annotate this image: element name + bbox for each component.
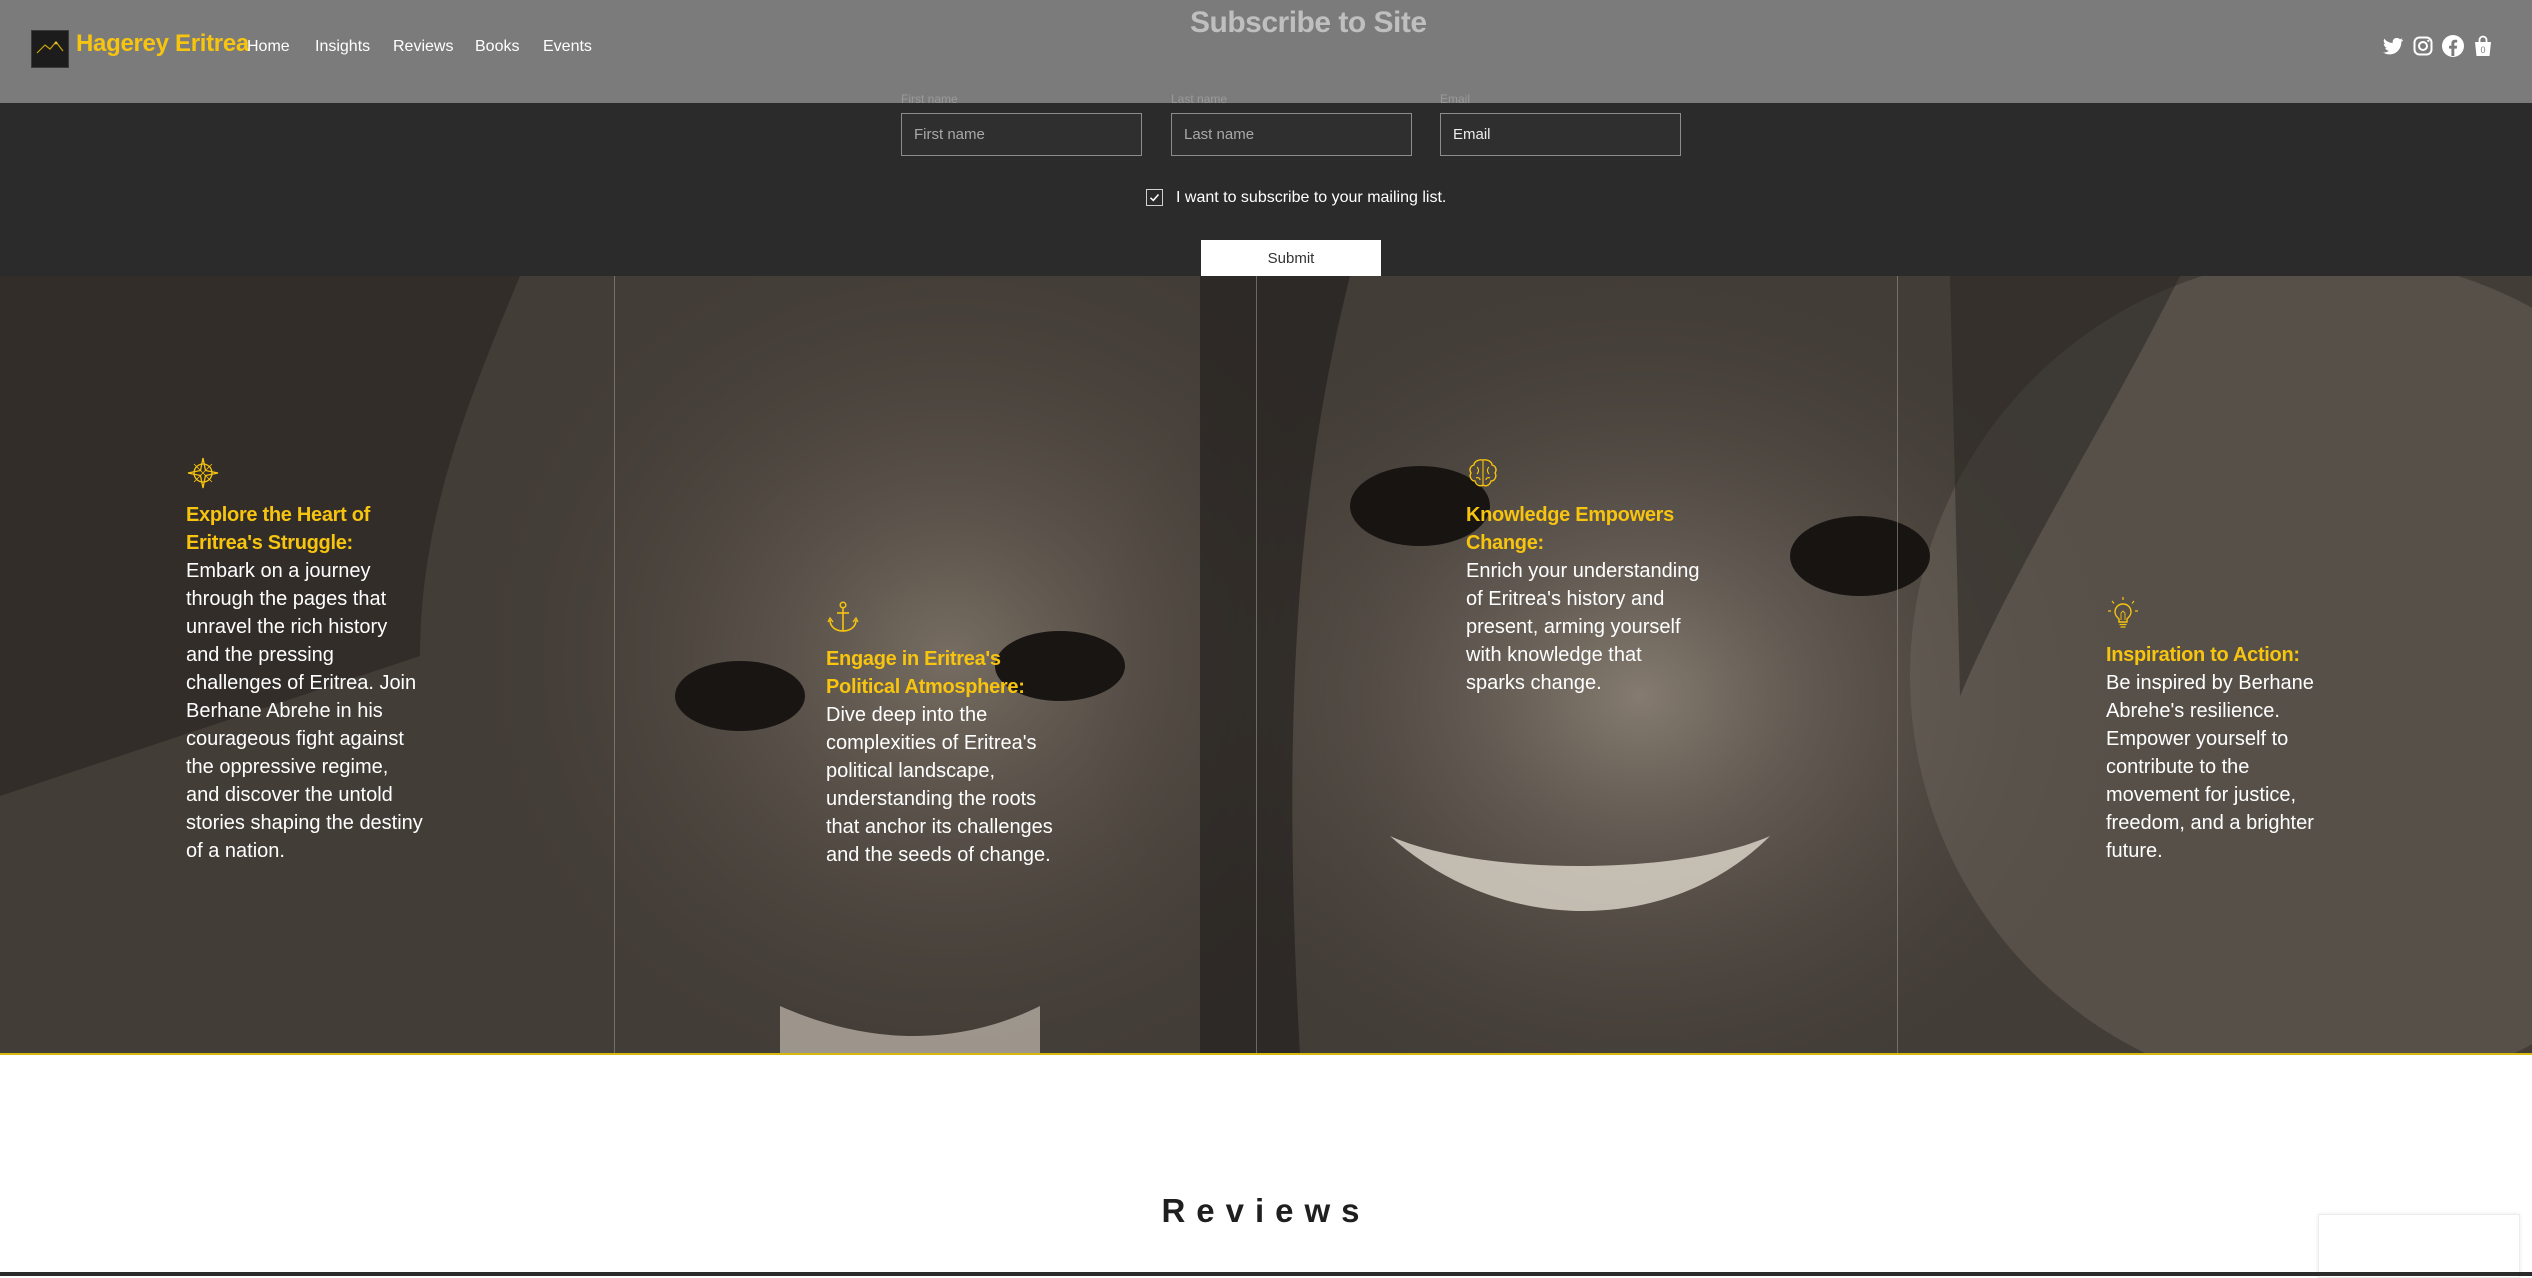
twitter-icon[interactable] xyxy=(2381,34,2405,58)
nav-item-books[interactable]: Books xyxy=(475,38,519,56)
feature-title: Engage in Eritrea's Political Atmosphere… xyxy=(826,648,1025,698)
feature-body: Enrich your understanding of Eritrea's h… xyxy=(1466,560,1700,694)
last-name-label: Last name xyxy=(1171,92,1228,106)
section-divider xyxy=(0,1272,2532,1276)
site-header: Hagerey Eritrea Home Insights Reviews Bo… xyxy=(0,0,2532,103)
feature-card-inspiration: Inspiration to Action: Be inspired by Be… xyxy=(2106,596,2346,865)
site-logo[interactable] xyxy=(31,30,69,68)
feature-card-explore: Explore the Heart of Eritrea's Struggle:… xyxy=(186,456,426,865)
recaptcha-badge[interactable] xyxy=(2318,1214,2520,1278)
feature-title: Knowledge Empowers Change: xyxy=(1466,504,1674,554)
feature-title: Explore the Heart of Eritrea's Struggle: xyxy=(186,504,371,554)
column-divider xyxy=(614,276,615,1055)
lightbulb-icon xyxy=(2108,597,2138,628)
anchor-icon xyxy=(827,601,859,632)
column-divider xyxy=(1897,276,1898,1055)
column-divider xyxy=(1256,276,1257,1055)
feature-body: Dive deep into the complexities of Eritr… xyxy=(826,704,1053,866)
hero-accent-line xyxy=(0,1053,2532,1055)
feature-card-engage: Engage in Eritrea's Political Atmosphere… xyxy=(826,600,1066,869)
brand-name[interactable]: Hagerey Eritrea xyxy=(76,30,249,58)
feature-body: Be inspired by Berhane Abrehe's resilien… xyxy=(2106,672,2314,862)
logo-icon xyxy=(36,41,64,54)
nav-item-events[interactable]: Events xyxy=(543,38,592,56)
brain-icon xyxy=(1469,459,1497,487)
feature-body: Embark on a journey through the pages th… xyxy=(186,560,423,862)
first-name-label: First name xyxy=(901,92,958,106)
first-name-field[interactable] xyxy=(901,113,1142,156)
email-label: Email xyxy=(1440,92,1471,106)
compass-icon xyxy=(187,457,219,489)
nav-item-insights[interactable]: Insights xyxy=(315,38,370,56)
mailing-list-label: I want to subscribe to your mailing list… xyxy=(1176,189,1447,206)
feature-title: Inspiration to Action: xyxy=(2106,644,2300,666)
subscribe-title: Subscribe to Site xyxy=(1190,6,1427,39)
mailing-list-checkbox[interactable] xyxy=(1146,189,1163,206)
nav-item-home[interactable]: Home xyxy=(247,38,290,56)
email-field[interactable] xyxy=(1440,113,1681,156)
submit-button[interactable]: Submit xyxy=(1201,240,1381,276)
facebook-icon[interactable] xyxy=(2441,34,2465,58)
cart-count: 0 xyxy=(2480,45,2485,55)
checkmark-icon xyxy=(1149,193,1160,202)
reviews-heading: Reviews xyxy=(1161,1192,1371,1229)
last-name-field[interactable] xyxy=(1171,113,1412,156)
feature-card-knowledge: Knowledge Empowers Change: Enrich your u… xyxy=(1466,456,1706,697)
nav-item-reviews[interactable]: Reviews xyxy=(393,38,453,56)
hero-section: Explore the Heart of Eritrea's Struggle:… xyxy=(0,276,2532,1055)
instagram-icon[interactable] xyxy=(2411,34,2435,58)
cart-icon[interactable]: 0 xyxy=(2471,34,2495,58)
